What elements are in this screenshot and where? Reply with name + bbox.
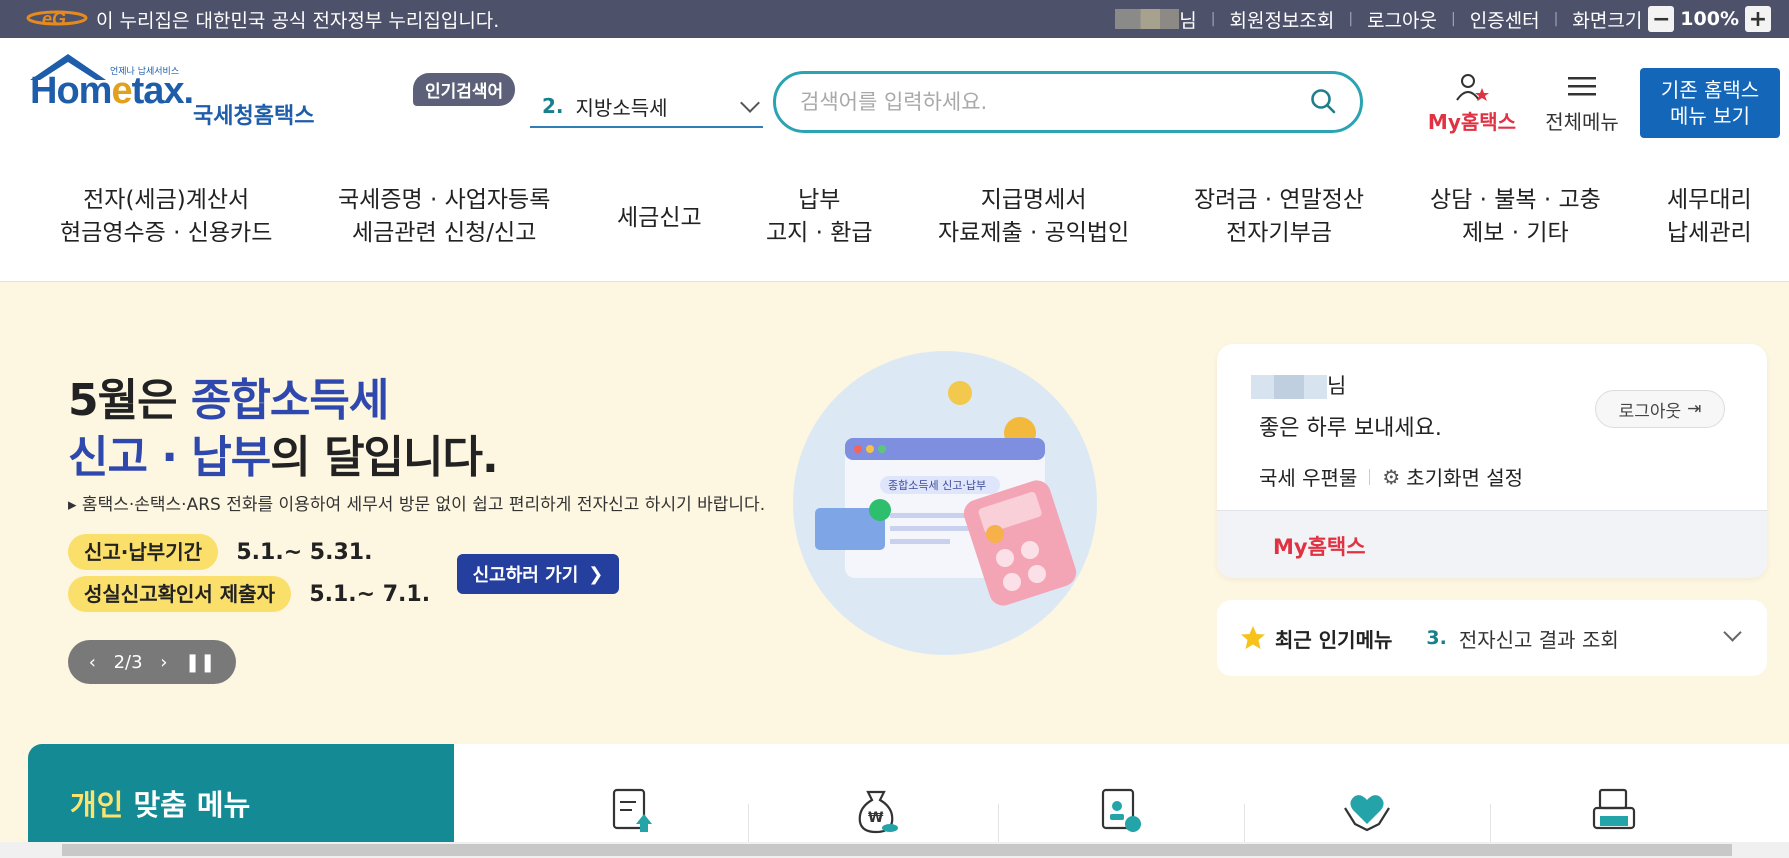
nav-incentives[interactable]: 장려금 · 연말정산 전자기부금: [1194, 184, 1364, 251]
chevron-down-icon: [740, 93, 760, 113]
old-hometax-menu-button[interactable]: 기존 홈택스 메뉴 보기: [1640, 68, 1780, 138]
logo-korean-name: 국세청홈택스: [193, 104, 315, 129]
user-suffix: 님: [1179, 9, 1197, 32]
personal-menu-section: 개인 맞춤 메뉴 ₩: [28, 744, 1789, 844]
period-label: 성실신고확인서 제출자: [68, 576, 291, 612]
logout-icon: ⇥: [1687, 399, 1702, 419]
home-settings-link[interactable]: 초기화면 설정: [1406, 462, 1523, 491]
user-login-card: 님 좋은 하루 보내세요. 로그아웃 ⇥ 국세 우편물 ⚙ 초기화면 설정 My…: [1217, 344, 1767, 578]
tax-calculator-illustration: 종합소득세 신고·납부: [793, 351, 1097, 655]
old-menu-line2: 메뉴 보기: [1670, 104, 1750, 128]
prev-slide-icon[interactable]: ‹: [89, 652, 96, 673]
heart-hands-icon[interactable]: [1341, 784, 1393, 836]
user-name: 님: [1251, 370, 1346, 400]
divider: [1369, 468, 1371, 485]
house-roof-icon: [30, 54, 106, 80]
all-menu-button[interactable]: 전체메뉴: [1537, 72, 1627, 135]
next-slide-icon[interactable]: ›: [160, 652, 167, 673]
nav-tax-report[interactable]: 세금신고: [617, 202, 702, 235]
card-footer: My홈택스: [1217, 510, 1767, 578]
zoom-out-button[interactable]: −: [1648, 6, 1675, 32]
hamburger-icon: [1568, 77, 1596, 96]
user-star-icon: [1456, 74, 1489, 101]
card-links: 국세 우편물 ⚙ 초기화면 설정: [1259, 462, 1523, 491]
money-bag-icon[interactable]: ₩: [850, 784, 902, 836]
all-menu-label: 전체메뉴: [1545, 110, 1619, 134]
chevron-down-icon: [1723, 623, 1742, 642]
zoom-label: 화면크기: [1572, 9, 1643, 32]
popular-keyword: 지방소득세: [575, 95, 668, 120]
nav-certificates[interactable]: 국세증명 · 사업자등록 세금관련 신청/신고: [338, 184, 550, 251]
logout-button[interactable]: 로그아웃 ⇥: [1595, 390, 1725, 428]
divider: [1244, 804, 1245, 844]
svg-text:₩: ₩: [868, 810, 884, 826]
slide-counter: 2/3: [113, 651, 143, 673]
hero-description: ▸ 홈택스·손택스·ARS 전화를 이용하여 세무서 방문 없이 쉽고 편리하게…: [68, 495, 766, 515]
gov-banner: eG 이 누리집은 대한민국 공식 전자정부 누리집입니다. 님 | 회원정보조…: [0, 0, 1789, 38]
divider: |: [1348, 11, 1354, 27]
period-date: 5.1.~ 7.1.: [309, 582, 431, 607]
divider: [1490, 804, 1491, 844]
search-icon[interactable]: [1310, 88, 1336, 114]
document-upload-icon[interactable]: [606, 784, 658, 836]
utility-nav: 님 | 회원정보조회 | 로그아웃 | 인증센터 | 화면크기 − 100% +: [1115, 0, 1777, 38]
myhome-button[interactable]: My홈택스: [1422, 72, 1522, 135]
period-label: 신고·납부기간: [68, 534, 218, 570]
myhome-link[interactable]: My홈택스: [1273, 531, 1366, 561]
zoom-in-button[interactable]: +: [1745, 6, 1771, 32]
period-date: 5.1.~ 5.31.: [236, 540, 373, 565]
search-box: [773, 71, 1363, 133]
popular-search-tag: 인기검색어: [413, 73, 516, 106]
certificate-icon[interactable]: [1093, 784, 1145, 836]
search-input[interactable]: [800, 90, 1280, 114]
hometax-logo[interactable]: 언제나 납세서비스 Hometax. 국세청홈택스: [30, 54, 314, 129]
divider: |: [1210, 11, 1216, 27]
tax-mail-link[interactable]: 국세 우편물: [1259, 462, 1357, 491]
horizontal-scrollbar[interactable]: [0, 842, 1789, 858]
svg-text:eG: eG: [42, 9, 66, 29]
nav-e-invoice[interactable]: 전자(세금)계산서 현금영수증 · 신용카드: [60, 184, 272, 251]
star-icon: [1241, 626, 1265, 649]
personal-menu-title: 개인 맞춤 메뉴: [28, 744, 454, 844]
recent-menu-value: 전자신고 결과 조회: [1458, 627, 1619, 652]
faithful-report-period: 성실신고확인서 제출자 5.1.~ 7.1.: [68, 576, 431, 612]
divider: [998, 804, 999, 844]
nav-payment-statement[interactable]: 지급명세서 자료제출 · 공익법인: [938, 184, 1129, 251]
site-header: 언제나 납세서비스 Hometax. 국세청홈택스 인기검색어 2. 지방소득세…: [0, 38, 1789, 170]
pause-icon[interactable]: ❚❚: [185, 652, 215, 673]
report-period: 신고·납부기간 5.1.~ 5.31.: [68, 534, 373, 570]
logout-link[interactable]: 로그아웃: [1367, 6, 1437, 33]
carousel-pager: ‹ 2/3 › ❚❚: [68, 640, 236, 684]
nav-payment[interactable]: 납부 고지 · 환급: [766, 184, 873, 251]
cert-center-link[interactable]: 인증센터: [1470, 6, 1540, 33]
recent-menu-rank: 3.: [1426, 627, 1447, 649]
chevron-right-icon: ❯: [588, 563, 604, 585]
myhome-label: My홈택스: [1427, 110, 1517, 134]
gear-icon: ⚙: [1382, 464, 1401, 489]
zoom-value: 100%: [1680, 8, 1739, 30]
svg-text:종합소득세 신고·납부: 종합소득세 신고·납부: [888, 479, 986, 492]
printer-icon[interactable]: [1588, 784, 1640, 836]
greeting-text: 좋은 하루 보내세요.: [1259, 416, 1442, 441]
scrollbar-thumb[interactable]: [62, 844, 1732, 856]
recent-menu-title: 최근 인기메뉴: [1275, 627, 1393, 652]
divider: |: [1553, 11, 1559, 27]
hero-title: 5월은 종합소득세 신고 · 납부의 달입니다.: [68, 375, 499, 484]
member-info-link[interactable]: 회원정보조회: [1229, 6, 1334, 33]
nav-tax-agent[interactable]: 세무대리 납세관리: [1667, 184, 1752, 251]
divider: |: [1451, 11, 1456, 27]
logo-tagline: 언제나 납세서비스: [110, 67, 180, 77]
gov-notice-text: 이 누리집은 대한민국 공식 전자정부 누리집입니다.: [96, 10, 500, 32]
nav-consultation[interactable]: 상담 · 불복 · 고충 제보 · 기타: [1430, 184, 1601, 251]
popular-search-select[interactable]: 2. 지방소득세: [530, 86, 763, 128]
divider: [748, 804, 749, 844]
user-name-redacted: [1115, 9, 1180, 29]
old-menu-line1: 기존 홈택스: [1660, 78, 1760, 102]
recent-popular-menu[interactable]: 최근 인기메뉴 3. 전자신고 결과 조회: [1217, 600, 1767, 676]
main-navigation: 전자(세금)계산서 현금영수증 · 신용카드 국세증명 · 사업자등록 세금관련 신…: [0, 170, 1789, 282]
egov-logo-icon: eG: [26, 9, 88, 29]
popular-rank: 2.: [542, 94, 564, 118]
go-report-button[interactable]: 신고하러 가기 ❯: [457, 554, 619, 594]
user-name-redacted: [1251, 375, 1327, 399]
